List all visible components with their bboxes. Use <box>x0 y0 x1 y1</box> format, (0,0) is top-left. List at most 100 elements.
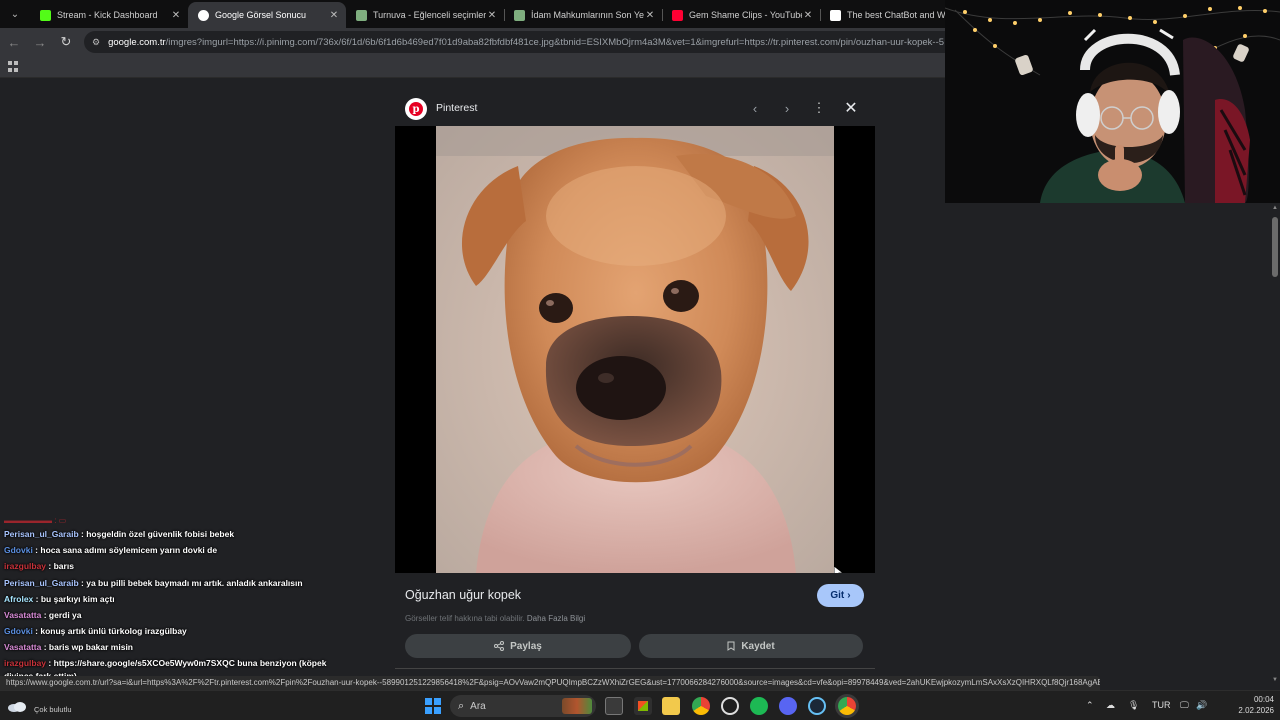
chat-separator: : <box>33 593 41 604</box>
kick-icon <box>40 9 51 21</box>
tab-close-icon[interactable]: ✕ <box>644 10 656 21</box>
search-icon: ⌕ <box>458 699 465 712</box>
spotify-icon[interactable] <box>750 697 768 715</box>
chat-text: gerdi ya <box>48 610 82 621</box>
obs-icon[interactable] <box>721 697 739 715</box>
steam-icon[interactable] <box>808 697 826 715</box>
file-explorer-icon[interactable] <box>662 697 680 715</box>
visit-label: Git <box>830 590 845 601</box>
tab-close-icon[interactable]: ✕ <box>802 10 814 21</box>
source-name[interactable]: Pinterest <box>436 102 477 114</box>
back-button[interactable]: ← <box>2 30 26 54</box>
tab-label: Stream - Kick Dashboard <box>57 10 158 20</box>
tab-5[interactable]: Gem Shame Clips - YouTube ✕ <box>662 2 820 28</box>
tab-label: Gem Shame Clips - YouTube <box>689 10 802 20</box>
chat-text: hoşgeldin özel güvenlik fobisi bebek <box>86 529 235 539</box>
panel-divider <box>395 668 875 669</box>
more-info-link[interactable]: Daha Fazla Bilgi <box>527 614 585 623</box>
bookmark-icon <box>727 641 735 651</box>
chevron-right-icon: › <box>847 590 851 601</box>
chat-username: irazgulbay <box>4 561 47 572</box>
webcam-overlay <box>945 0 1280 203</box>
volume-icon[interactable]: 🔊 <box>1196 700 1207 711</box>
share-button[interactable]: Paylaş <box>405 634 631 658</box>
reload-button[interactable]: ↻ <box>54 30 78 54</box>
pinterest-logo-icon: p <box>405 98 427 120</box>
scroll-up-icon[interactable]: ▲ <box>1272 205 1278 211</box>
tab-close-icon[interactable]: ✕ <box>170 10 182 21</box>
visit-button[interactable]: Git › <box>817 584 864 607</box>
tab-1[interactable]: Stream - Kick Dashboard ✕ <box>30 2 188 28</box>
turnuva-icon <box>356 9 367 21</box>
site-info-icon[interactable]: ⚙ <box>92 37 100 48</box>
chatbot-icon <box>830 9 841 21</box>
chat-line-cutoff: ▬▬▬▬▬▬ : ▭ <box>4 516 67 525</box>
forward-button[interactable]: → <box>28 30 52 54</box>
screen: ⌄ Stream - Kick Dashboard ✕ Google Görsel … <box>0 0 1280 720</box>
chat-separator: : <box>46 561 54 572</box>
turnuva-icon <box>514 9 525 21</box>
chat-message: Perisan_ul_Garaib : ya bu pilli bebek ba… <box>4 575 344 591</box>
tab-search-button[interactable]: ⌄ <box>2 1 28 27</box>
chat-text: konuş artık ünlü türkolog irazgülbay <box>40 626 187 637</box>
apps-grid-icon[interactable] <box>8 61 19 72</box>
weather-text[interactable]: Çok bulutlu <box>34 705 72 714</box>
tab-close-icon[interactable]: ✕ <box>486 10 498 21</box>
youtube-icon <box>672 9 683 21</box>
tab-3[interactable]: Turnuva - Eğlenceli seçimler ya ✕ <box>346 2 504 28</box>
next-image-icon[interactable]: › <box>777 98 797 118</box>
more-options-icon[interactable]: ⋮ <box>809 98 829 118</box>
store-icon[interactable] <box>634 697 652 715</box>
task-view-icon[interactable] <box>605 697 623 715</box>
chat-username: Gdovki <box>4 626 33 637</box>
share-icon <box>494 641 505 651</box>
taskbar: Çok bulutlu ⌕ Ara ⌃ ☁ 🎙 TUR 🖵 🔊 00:04 2.… <box>0 690 1280 720</box>
chat-text: barıs <box>53 561 74 572</box>
save-button[interactable]: Kaydet <box>639 634 863 658</box>
network-icon[interactable]: 🖵 <box>1180 700 1189 711</box>
tab-2[interactable]: Google Görsel Sonucu ✕ <box>188 2 346 28</box>
image-title[interactable]: Oğuzhan uğur kopek <box>405 588 521 602</box>
share-label: Paylaş <box>510 640 542 652</box>
chat-message: Gdovki : konuş artık ünlü türkolog irazg… <box>4 623 344 639</box>
windows-start-icon[interactable] <box>425 698 441 714</box>
tab-4[interactable]: İdam Mahkumlarının Son Yeme✕ <box>504 2 662 28</box>
discord-icon[interactable] <box>779 697 797 715</box>
puppy-image[interactable] <box>436 126 834 573</box>
chevron-up-icon[interactable]: ⌃ <box>1086 700 1094 711</box>
url-host: google.com.tr <box>108 36 166 48</box>
streamer-webcam-image <box>945 0 1280 203</box>
chat-text: bu şarkıyı kim açtı <box>40 593 115 604</box>
chat-username: irazgulbay <box>4 657 47 668</box>
scroll-down-icon[interactable]: ▼ <box>1272 677 1278 683</box>
chrome-active-icon[interactable] <box>838 697 856 715</box>
taskbar-search[interactable]: ⌕ Ara <box>450 695 596 717</box>
chat-message: Afrolex : bu şarkıyı kim açtı <box>4 591 344 607</box>
chat-message: Gdovki : hoca sana adımı söylemicem yarı… <box>4 542 344 558</box>
copyright-notice: Görseller telif hakkına tabi olabilir. D… <box>405 614 585 623</box>
clock-time: 00:04 <box>1253 695 1274 704</box>
viewer-header: p Pinterest ‹ › ⋮ ✕ <box>395 90 875 126</box>
copyright-text: Görseller telif hakkına tabi olabilir. <box>405 614 525 623</box>
chrome-icon[interactable] <box>692 697 710 715</box>
search-placeholder: Ara <box>470 700 486 712</box>
chat-message: Vasatatta : gerdi ya <box>4 607 344 623</box>
prev-image-icon[interactable]: ‹ <box>745 98 765 118</box>
page-scrollbar[interactable]: ▲ ▼ <box>1270 203 1280 690</box>
microphone-icon[interactable]: 🎙 <box>1128 700 1139 711</box>
chat-username: Afrolex <box>4 593 34 604</box>
onedrive-icon[interactable]: ☁ <box>1106 700 1115 711</box>
chat-username: Vasatatta <box>4 642 42 653</box>
chat-separator: : <box>41 610 49 621</box>
chat-username: Vasatatta <box>4 610 42 621</box>
url-path: /imgres?imgurl=https://i.pinimg.com/736x… <box>165 36 945 48</box>
system-clock[interactable]: 00:04 2.02.2026 <box>1214 694 1274 716</box>
chat-text: ya bu pilli bebek baymadı mı artık. anla… <box>86 577 303 588</box>
chat-text: baris wp bakar misin <box>48 642 133 653</box>
tab-close-icon[interactable]: ✕ <box>328 10 340 21</box>
tab-label: Turnuva - Eğlenceli seçimler ya <box>373 10 486 20</box>
language-indicator[interactable]: TUR <box>1152 700 1171 710</box>
cloud-icon[interactable] <box>6 700 28 712</box>
scrollbar-thumb[interactable] <box>1272 217 1278 277</box>
close-icon[interactable]: ✕ <box>841 98 861 118</box>
